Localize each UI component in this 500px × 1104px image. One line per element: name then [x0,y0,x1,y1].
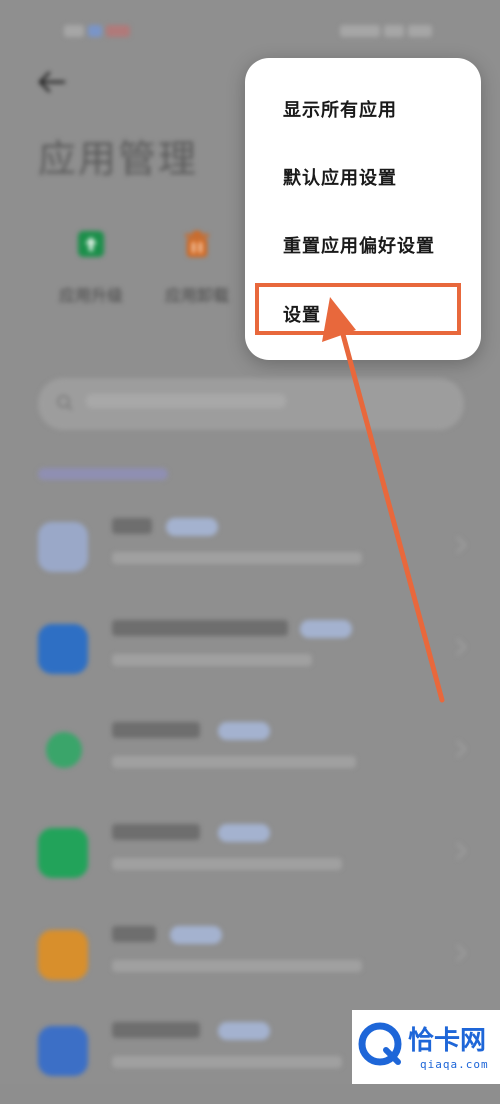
app-badge [218,1022,270,1040]
status-left-icons [64,20,184,37]
app-name [112,620,288,636]
app-badge [218,824,270,842]
app-badge [166,518,218,536]
app-meta [112,654,312,666]
status-right-icons [336,20,466,37]
search-icon [57,395,73,411]
app-upgrade-icon [78,231,104,257]
app-badge [218,722,270,740]
baidu-map-app-icon [38,522,88,572]
chevron-right-icon [456,638,467,656]
app-list-item[interactable] [0,500,500,600]
app-list-item[interactable] [0,704,500,804]
app-meta [112,858,342,870]
watermark-url: qiaqa.com [420,1058,489,1071]
section-label [38,468,168,480]
watermark: 恰卡网 qiaqa.com [352,1010,500,1084]
app-list-item[interactable] [0,806,500,906]
app-uninstall-label: 应用卸载 [164,286,229,305]
app-meta [112,756,356,768]
settings-highlight-box [255,283,461,335]
chevron-right-icon [456,536,467,554]
watermark-brand: 恰卡网 [408,1026,487,1056]
menu-item-reset-app-preferences[interactable]: 重置应用偏好设置 [283,232,435,258]
app-name [112,926,156,942]
app-list-item[interactable] [0,908,500,1008]
chevron-right-icon [456,944,467,962]
app-name [112,824,200,840]
status-bar [0,0,500,52]
app-meta [112,960,362,972]
blue-app-icon [38,1026,88,1076]
search-input[interactable] [38,378,464,430]
app-upgrade-label: 应用升级 [58,286,123,305]
app-uninstall-button[interactable]: 应用卸载 [152,228,242,306]
app-name [112,518,152,534]
menu-item-show-all-apps[interactable]: 显示所有应用 [283,96,397,122]
app-meta [112,552,362,564]
app-badge [300,620,352,638]
search-placeholder-blur [86,394,286,408]
message-app-icon [38,930,88,980]
app-badge [170,926,222,944]
app-meta [112,1056,342,1068]
chevron-right-icon [456,842,467,860]
phone-app-icon [38,828,88,878]
app-management-screen: 应用管理 应用升级 应用卸载 显示所有应用 默认应用设置 重置应用偏好设置 设置… [0,0,500,1084]
back-arrow-icon[interactable] [36,66,68,98]
app-upgrade-button[interactable]: 应用升级 [46,228,136,306]
baidu-input-app-icon [38,624,88,674]
green-app-icon [46,732,82,768]
app-name [112,1022,200,1038]
qiaqa-logo-icon [358,1022,402,1066]
trash-icon [185,231,209,257]
menu-item-default-app-settings[interactable]: 默认应用设置 [283,164,397,190]
chevron-right-icon [456,740,467,758]
app-list-item[interactable] [0,602,500,702]
app-name [112,722,200,738]
page-title: 应用管理 [38,137,199,181]
